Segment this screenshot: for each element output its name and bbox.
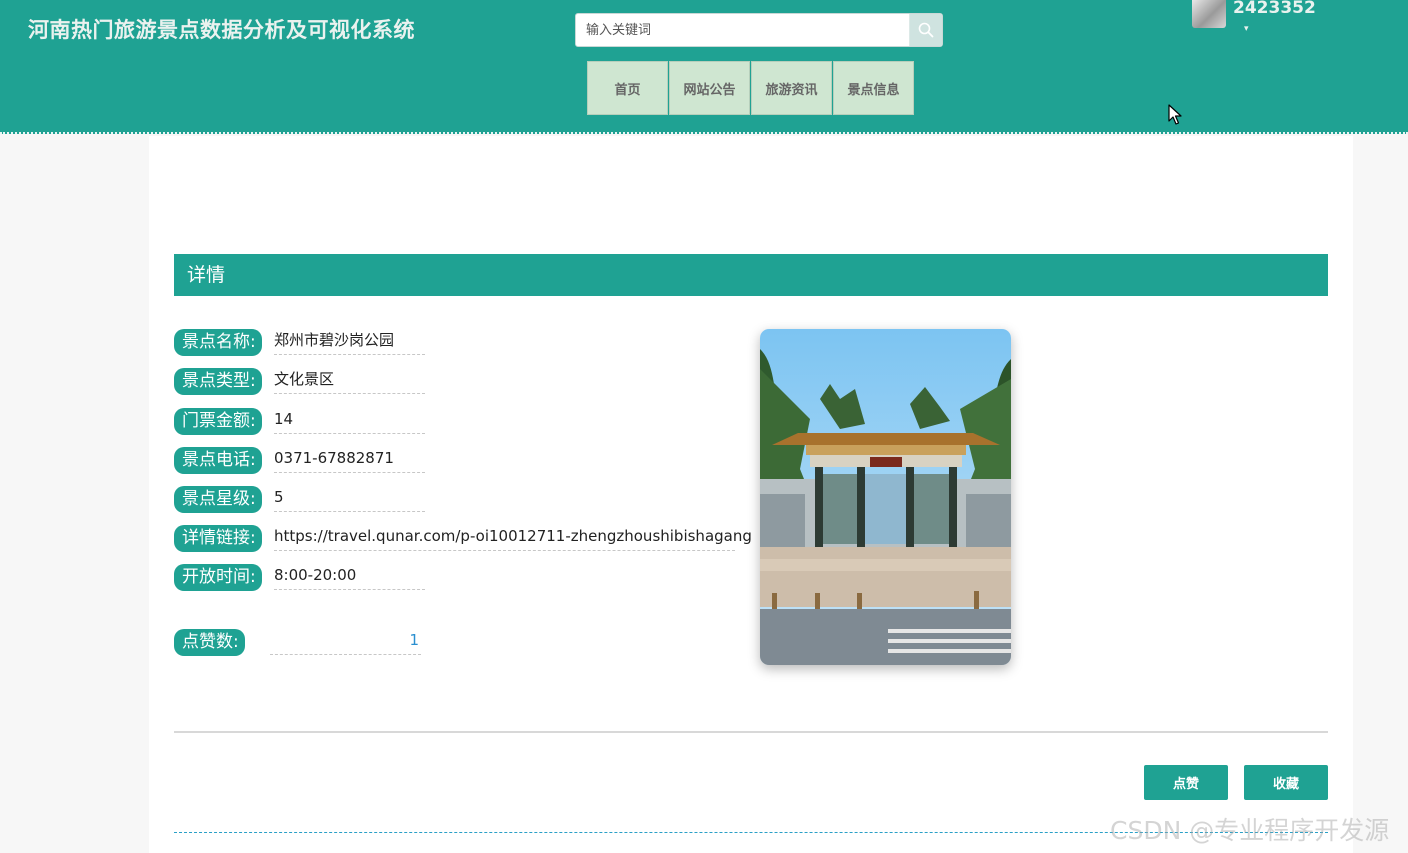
field-value: 郑州市碧沙岗公园 xyxy=(274,327,425,355)
field-value: 14 xyxy=(274,406,425,434)
field-label: 开放时间: xyxy=(174,564,262,591)
username[interactable]: 2423352 xyxy=(1233,0,1316,18)
divider xyxy=(174,731,1328,733)
field-value: 0371-67882871 xyxy=(274,445,425,473)
search-box xyxy=(575,13,943,47)
mouse-cursor-icon xyxy=(1168,104,1182,125)
section-title: 详情 xyxy=(174,254,1328,296)
field-label: 景点类型: xyxy=(174,368,262,395)
favorite-button[interactable]: 收藏 xyxy=(1244,765,1328,800)
detail-panel: 详情 景点名称: 郑州市碧沙岗公园 景点类型: 文化景区 门票金额: 14 景点… xyxy=(149,136,1353,853)
field-label: 景点名称: xyxy=(174,329,262,356)
search-input[interactable] xyxy=(576,14,910,46)
field-label: 详情链接: xyxy=(174,525,262,552)
user-dropdown-caret-icon[interactable]: ▾ xyxy=(1244,24,1249,34)
nav-travel-news[interactable]: 旅游资讯 xyxy=(751,61,832,115)
nav-attractions[interactable]: 景点信息 xyxy=(833,61,914,115)
nav-announcements[interactable]: 网站公告 xyxy=(669,61,750,115)
site-title: 河南热门旅游景点数据分析及可视化系统 xyxy=(28,18,415,42)
main-nav: 首页 网站公告 旅游资讯 景点信息 xyxy=(587,61,914,115)
nav-home[interactable]: 首页 xyxy=(587,61,668,115)
field-label: 景点电话: xyxy=(174,447,262,474)
search-button[interactable] xyxy=(909,14,942,46)
like-button[interactable]: 点赞 xyxy=(1144,765,1228,800)
search-icon xyxy=(918,22,934,38)
attraction-photo xyxy=(760,329,1011,665)
field-value: 文化景区 xyxy=(274,366,425,394)
like-count: 1 xyxy=(270,627,421,655)
watermark: CSDN @专业程序开发源 xyxy=(1110,816,1390,845)
detail-link[interactable]: https://travel.qunar.com/p-oi10012711-zh… xyxy=(274,523,752,551)
field-value: 8:00-20:00 xyxy=(274,562,425,590)
field-label: 景点星级: xyxy=(174,486,262,513)
field-value: 5 xyxy=(274,484,425,512)
field-label: 门票金额: xyxy=(174,408,262,435)
site-header: 河南热门旅游景点数据分析及可视化系统 首页 网站公告 旅游资讯 景点信息 242… xyxy=(0,0,1408,134)
avatar[interactable] xyxy=(1192,0,1226,28)
field-label: 点赞数: xyxy=(174,629,245,656)
